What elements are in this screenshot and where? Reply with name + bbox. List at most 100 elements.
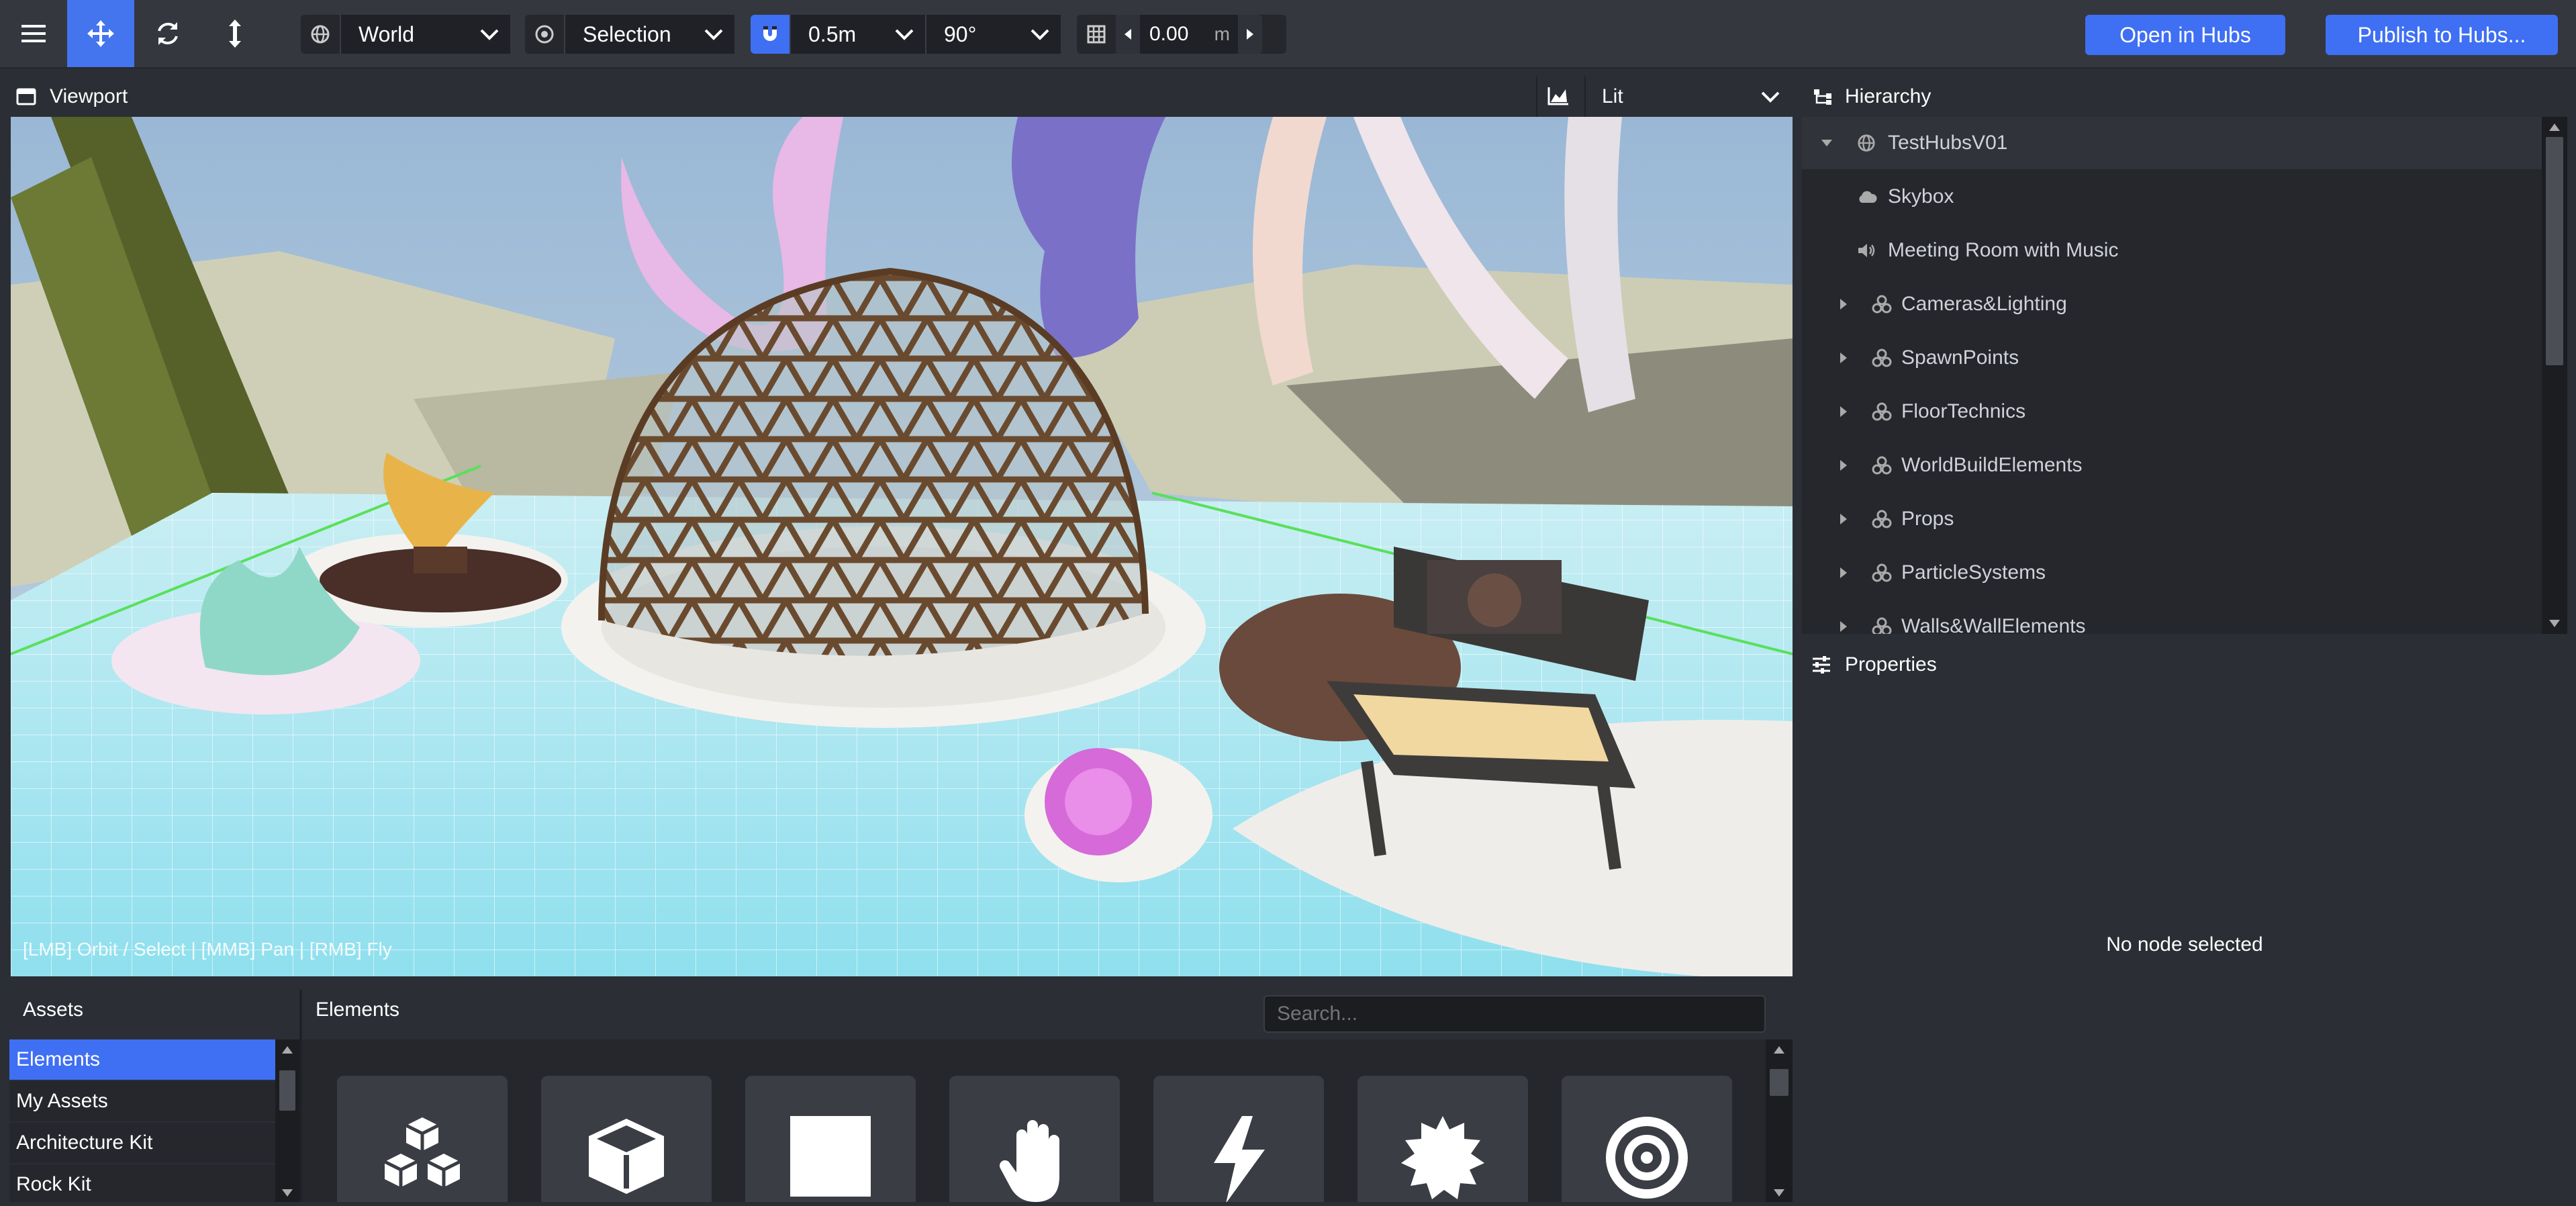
element-tile[interactable]: [949, 1076, 1120, 1202]
elements-scrollbar[interactable]: [1766, 1039, 1793, 1202]
snap-toggle[interactable]: [751, 15, 790, 54]
grid-icon[interactable]: [1077, 15, 1116, 54]
chevron-down-icon: [1761, 91, 1780, 103]
hierarchy-row-group[interactable]: Props: [1802, 493, 2542, 545]
vertical-arrows-icon: [229, 19, 241, 48]
hierarchy-item-label: FloorTechnics: [1901, 400, 2026, 422]
hierarchy-item-label: Cameras&Lighting: [1901, 293, 2067, 315]
grid-height-input[interactable]: 0.00 m: [1140, 15, 1238, 54]
hierarchy-item-label: ParticleSystems: [1901, 561, 2046, 584]
square-icon: [790, 1116, 871, 1197]
elements-scroll-thumb[interactable]: [1770, 1069, 1788, 1096]
snap-rotate-select[interactable]: 90°: [925, 15, 1061, 54]
element-tile[interactable]: [337, 1076, 508, 1202]
hierarchy-row-group[interactable]: Walls&WallElements: [1802, 600, 2542, 634]
caret-right-icon[interactable]: [1840, 352, 1848, 364]
caret-right-icon[interactable]: [1840, 567, 1848, 579]
caret-down-icon[interactable]: [1821, 139, 1833, 147]
hierarchy-title: Hierarchy: [1845, 85, 1931, 107]
viewport-controls-hint: [LMB] Orbit / Select | [MMB] Pan | [RMB]…: [23, 939, 392, 960]
hierarchy-scrollbar[interactable]: [2542, 117, 2567, 634]
grid-height-value: 0.00: [1149, 23, 1189, 45]
elements-title: Elements: [316, 999, 400, 1021]
asset-source-list: Elements My Assets Architecture Kit Rock…: [9, 1039, 275, 1206]
hierarchy-item-label: Walls&WallElements: [1901, 615, 2086, 634]
assets-title: Assets: [23, 999, 84, 1021]
asset-source-item[interactable]: Architecture Kit: [9, 1123, 275, 1164]
transform-space-select[interactable]: World: [340, 15, 510, 54]
scroll-up-icon[interactable]: [1773, 1045, 1785, 1054]
rotate-tool-button[interactable]: [134, 0, 201, 67]
element-tile[interactable]: [1562, 1076, 1732, 1202]
target-pivot-icon: [525, 15, 564, 54]
cubes-icon: [383, 1117, 461, 1187]
scroll-up-icon[interactable]: [281, 1045, 293, 1054]
hierarchy-row-group[interactable]: ParticleSystems: [1802, 547, 2542, 599]
transform-space-value: World: [359, 21, 414, 46]
pivot-value: Selection: [583, 21, 671, 46]
caret-right-icon[interactable]: [1840, 459, 1848, 471]
menu-button[interactable]: [0, 0, 67, 67]
scene-render: [11, 117, 1793, 976]
header-divider: [1584, 77, 1586, 117]
viewport-title: Viewport: [50, 85, 128, 107]
render-mode-select[interactable]: Lit: [1587, 77, 1793, 117]
cloud-icon: [1859, 191, 1877, 203]
window-icon: [16, 88, 36, 105]
asset-source-item[interactable]: Elements: [9, 1039, 275, 1081]
group-icon: [1872, 295, 1892, 314]
scroll-up-icon[interactable]: [2548, 122, 2561, 132]
elements-header: Elements: [302, 990, 1793, 1033]
render-mode-value: Lit: [1602, 85, 1623, 107]
pivot-select[interactable]: Selection: [564, 15, 734, 54]
hierarchy-scroll-thumb[interactable]: [2546, 137, 2563, 365]
hand-icon: [999, 1120, 1059, 1202]
scroll-down-icon[interactable]: [1773, 1189, 1785, 1198]
hierarchy-row-skybox[interactable]: Skybox: [1802, 171, 2542, 223]
hierarchy-row-group[interactable]: Cameras&Lighting: [1802, 278, 2542, 330]
grid-unit-label: m: [1214, 24, 1230, 44]
asset-source-scrollbar[interactable]: [275, 1039, 299, 1202]
viewport-canvas[interactable]: [LMB] Orbit / Select | [MMB] Pan | [RMB]…: [11, 117, 1793, 976]
publish-button[interactable]: Publish to Hubs...: [2326, 15, 2558, 55]
grid-increase-button[interactable]: [1238, 15, 1262, 54]
snap-translate-select[interactable]: 0.5m: [790, 15, 925, 54]
hierarchy-row-group[interactable]: FloorTechnics: [1802, 385, 2542, 438]
scale-tool-button[interactable]: [201, 0, 269, 67]
scroll-down-icon[interactable]: [281, 1189, 293, 1198]
hierarchy-item-label: WorldBuildElements: [1901, 454, 2083, 476]
hierarchy-item-label: Meeting Room with Music: [1888, 239, 2119, 261]
chevron-down-icon: [1031, 29, 1049, 40]
stats-chart-icon[interactable]: [1547, 86, 1570, 106]
hierarchy-row-group[interactable]: WorldBuildElements: [1802, 439, 2542, 492]
caret-right-icon[interactable]: [1840, 406, 1848, 418]
asset-source-scroll-thumb[interactable]: [279, 1070, 295, 1111]
toolbar: World Selection 0.5m 90° 0.00 m Open in …: [0, 0, 2576, 68]
caret-right-icon[interactable]: [1840, 620, 1848, 633]
menu-icon: [21, 25, 46, 42]
hierarchy-row-audio[interactable]: Meeting Room with Music: [1802, 224, 2542, 277]
grid-decrease-button[interactable]: [1116, 15, 1140, 54]
element-tile[interactable]: [1357, 1076, 1528, 1202]
properties-header: Properties: [1802, 645, 2567, 685]
element-tile[interactable]: [745, 1076, 916, 1202]
elements-search-input[interactable]: [1263, 995, 1766, 1033]
element-tile[interactable]: [541, 1076, 712, 1202]
snap-group: 0.5m 90°: [751, 15, 1061, 54]
caret-right-icon[interactable]: [1840, 298, 1848, 310]
element-tile[interactable]: [1153, 1076, 1324, 1202]
caret-right-icon[interactable]: [1840, 513, 1848, 525]
transform-space-group: World: [301, 15, 510, 54]
header-divider: [1536, 77, 1537, 117]
scroll-down-icon[interactable]: [2548, 619, 2561, 629]
hierarchy-item-label: Props: [1901, 508, 1954, 530]
hierarchy-row-root[interactable]: TestHubsV01: [1802, 117, 2542, 169]
hierarchy-item-label: SpawnPoints: [1901, 346, 2019, 369]
properties-title: Properties: [1845, 653, 1937, 676]
asset-source-item[interactable]: My Assets: [9, 1081, 275, 1123]
assets-header: Assets: [9, 990, 299, 1030]
open-in-hubs-button[interactable]: Open in Hubs: [2085, 15, 2285, 55]
asset-source-item[interactable]: Rock Kit: [9, 1164, 275, 1206]
hierarchy-row-group[interactable]: SpawnPoints: [1802, 332, 2542, 384]
translate-tool-button[interactable]: [67, 0, 134, 67]
